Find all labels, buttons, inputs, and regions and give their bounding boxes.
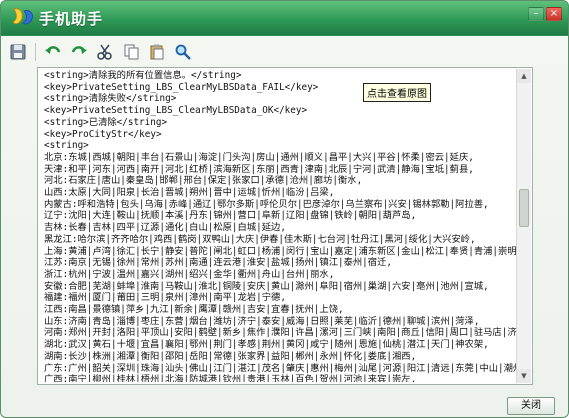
- document-line: 广东:广州|韶关|深圳|珠海|汕头|佛山|江门|湛江|茂名|肇庆|惠州|梅州|汕…: [44, 362, 516, 374]
- document-line: 广西:南宁|柳州|桂林|梧州|北海|防城港|钦州|贵港|玉林|百色|贺州|河池|…: [44, 374, 417, 382]
- document-line: 湖南:长沙|株洲|湘潭|衡阳|邵阳|岳阳|常德|张家界|益阳|郴州|永州|怀化|…: [44, 350, 417, 362]
- find-icon: [175, 44, 191, 60]
- title-bar[interactable]: 手机助手 – ×: [1, 1, 568, 35]
- document-line: 吉林:长春|吉林|四平|辽源|通化|白山|松原|白城|延边,: [44, 222, 286, 234]
- window-title: 手机助手: [39, 10, 104, 28]
- paste-button[interactable]: [146, 41, 168, 63]
- document-line: <string>清除失败</string>: [44, 93, 177, 105]
- minimize-button[interactable]: –: [528, 7, 544, 21]
- document-line: 安徽:合肥|芜湖|蚌埠|淮南|马鞍山|淮北|铜陵|安庆|黄山|滁州|阜阳|宿州|…: [44, 280, 489, 292]
- document-line: <key>PrivateSetting_LBS_ClearMyLBSData_F…: [44, 81, 319, 93]
- document-line: <string>清除我的所有位置信息。</string>: [44, 70, 242, 81]
- document-line: 辽宁:沈阳|大连|鞍山|抚顺|本溪|丹东|锦州|营口|阜新|辽阳|盘锦|铁岭|朝…: [44, 210, 417, 222]
- document-line: 浙江:杭州|宁波|温州|嘉兴|湖州|绍兴|金华|衢州|舟山|台州|丽水,: [44, 268, 335, 280]
- close-button[interactable]: 关闭: [507, 397, 555, 415]
- view-original-tooltip[interactable]: 点击查看原图: [363, 83, 431, 102]
- document-line: 江苏:南京|无锡|徐州|常州|苏州|南通|连云港|淮安|盐城|扬州|镇江|泰州|…: [44, 257, 392, 269]
- undo-button[interactable]: [42, 41, 64, 63]
- scroll-down-arrow-icon[interactable]: ▼: [517, 369, 531, 383]
- document-line: 黑龙江:哈尔滨|齐齐哈尔|鸡西|鹤岗|双鸭山|大庆|伊春|佳木斯|七台河|牡丹江…: [44, 233, 476, 245]
- document-line: <key>PrivateSetting_LBS_ClearMyLBSData_O…: [44, 105, 308, 117]
- vertical-scrollbar[interactable]: ▲ ▼: [516, 69, 531, 383]
- cut-icon: [97, 44, 112, 60]
- document-line: 山东:济南|青岛|淄博|枣庄|东营|烟台|潍坊|济宁|泰安|威海|日照|莱芜|临…: [44, 315, 480, 327]
- window-controls: – ×: [528, 7, 562, 21]
- scroll-up-arrow-icon[interactable]: ▲: [517, 69, 531, 83]
- scrollbar-thumb[interactable]: [519, 189, 529, 227]
- save-button[interactable]: [7, 41, 29, 63]
- cut-button[interactable]: [94, 41, 116, 63]
- toolbar: [7, 39, 194, 65]
- toolbar-separator: [35, 43, 36, 61]
- document-line: 上海:黄浦|卢湾|徐汇|长宁|静安|普陀|闸北|虹口|杨浦|闵行|宝山|嘉定|浦…: [44, 245, 516, 257]
- document-line: 北京:东城|西城|朝阳|丰台|石景山|海淀|门头沟|房山|通州|顺义|昌平|大兴…: [44, 151, 474, 163]
- copy-button[interactable]: [120, 41, 142, 63]
- document-line: 山西:太原|大同|阳泉|长治|晋城|朔州|晋中|运城|忻州|临汾|吕梁,: [44, 187, 335, 199]
- document-line: 江西:南昌|景德镇|萍乡|九江|新余|鹰潭|赣州|吉安|宜春|抚州|上饶,: [44, 304, 344, 316]
- redo-icon: [71, 46, 87, 54]
- document-line: 河北:石家庄|唐山|秦皇岛|邯郸|邢台|保定|张家口|承德|沧州|廊坊|衡水,: [44, 175, 363, 187]
- paste-icon: [150, 44, 164, 60]
- document-line: 天津:和平|河东|河西|南开|河北|红桥|滨海新区|东丽|西青|津南|北辰|宁河…: [44, 163, 474, 175]
- app-window: 手机助手 – × <string>清除我的所有位置信息。</string> <k…: [0, 0, 569, 418]
- find-button[interactable]: [172, 41, 194, 63]
- document-line: <key>ProCityStr</key>: [44, 128, 162, 140]
- app-logo-icon: [11, 7, 35, 29]
- undo-icon: [45, 46, 61, 54]
- close-window-button[interactable]: ×: [546, 7, 562, 21]
- document-line: 福建:福州|厦门|莆田|三明|泉州|漳州|南平|龙岩|宁德,: [44, 292, 286, 304]
- document-line: 河南:郑州|开封|洛阳|平顶山|安阳|鹤壁|新乡|焦作|濮阳|许昌|漯河|三门峡…: [44, 327, 516, 339]
- document-line: 内蒙古:呼和浩特|包头|乌海|赤峰|通辽|鄂尔多斯|呼伦贝尔|巴彦淖尔|乌兰察布…: [44, 198, 489, 210]
- document-line: 湖北:武汉|黄石|十堰|宜昌|襄阳|鄂州|荆门|孝感|荆州|黄冈|咸宁|随州|恩…: [44, 339, 489, 351]
- document-text[interactable]: <string>清除我的所有位置信息。</string> <key>Private…: [40, 70, 516, 382]
- save-icon: [10, 44, 26, 60]
- document-view[interactable]: <string>清除我的所有位置信息。</string> <key>Private…: [37, 67, 533, 385]
- redo-button[interactable]: [68, 41, 90, 63]
- document-line: <string>: [44, 140, 89, 152]
- document-line: <string>已清除</string>: [44, 116, 168, 128]
- copy-icon: [124, 44, 139, 60]
